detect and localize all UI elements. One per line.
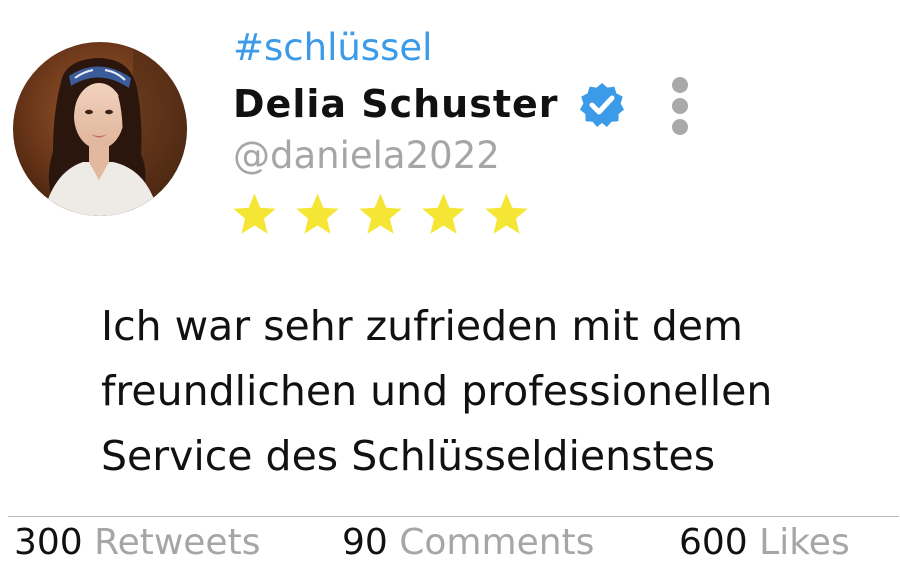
more-options-button[interactable]	[664, 76, 696, 136]
likes-count: 600	[679, 522, 748, 563]
likes-stat[interactable]: 600 Likes	[679, 522, 850, 563]
retweets-label: Retweets	[94, 522, 261, 563]
review-line: Ich war sehr zufrieden mit dem	[101, 302, 743, 350]
review-text: Ich war sehr zufrieden mit dem freundlic…	[101, 294, 881, 489]
comments-stat[interactable]: 90 Comments	[342, 522, 594, 563]
divider	[8, 516, 899, 517]
verified-badge-icon	[579, 81, 625, 127]
author-row: Delia Schuster	[233, 80, 625, 128]
more-vertical-icon	[672, 77, 688, 93]
hashtag-link[interactable]: #schlüssel	[233, 26, 432, 69]
author-name[interactable]: Delia Schuster	[233, 82, 559, 126]
author-handle[interactable]: @daniela2022	[233, 134, 500, 177]
star-icon	[358, 192, 403, 237]
review-line: Service des Schlüsseldienstes	[101, 432, 716, 480]
more-vertical-icon-dot	[672, 119, 688, 135]
star-icon	[484, 192, 529, 237]
avatar-photo	[13, 42, 187, 216]
comments-count: 90	[342, 522, 388, 563]
avatar[interactable]	[13, 42, 187, 216]
more-vertical-icon-dot	[672, 98, 688, 114]
star-rating	[232, 192, 529, 237]
review-line: freundlichen und professionellen	[101, 367, 773, 415]
retweets-stat[interactable]: 300 Retweets	[14, 522, 260, 563]
star-icon	[421, 192, 466, 237]
comments-label: Comments	[399, 522, 595, 563]
star-icon	[232, 192, 277, 237]
likes-label: Likes	[759, 522, 850, 563]
retweets-count: 300	[14, 522, 83, 563]
star-icon	[295, 192, 340, 237]
